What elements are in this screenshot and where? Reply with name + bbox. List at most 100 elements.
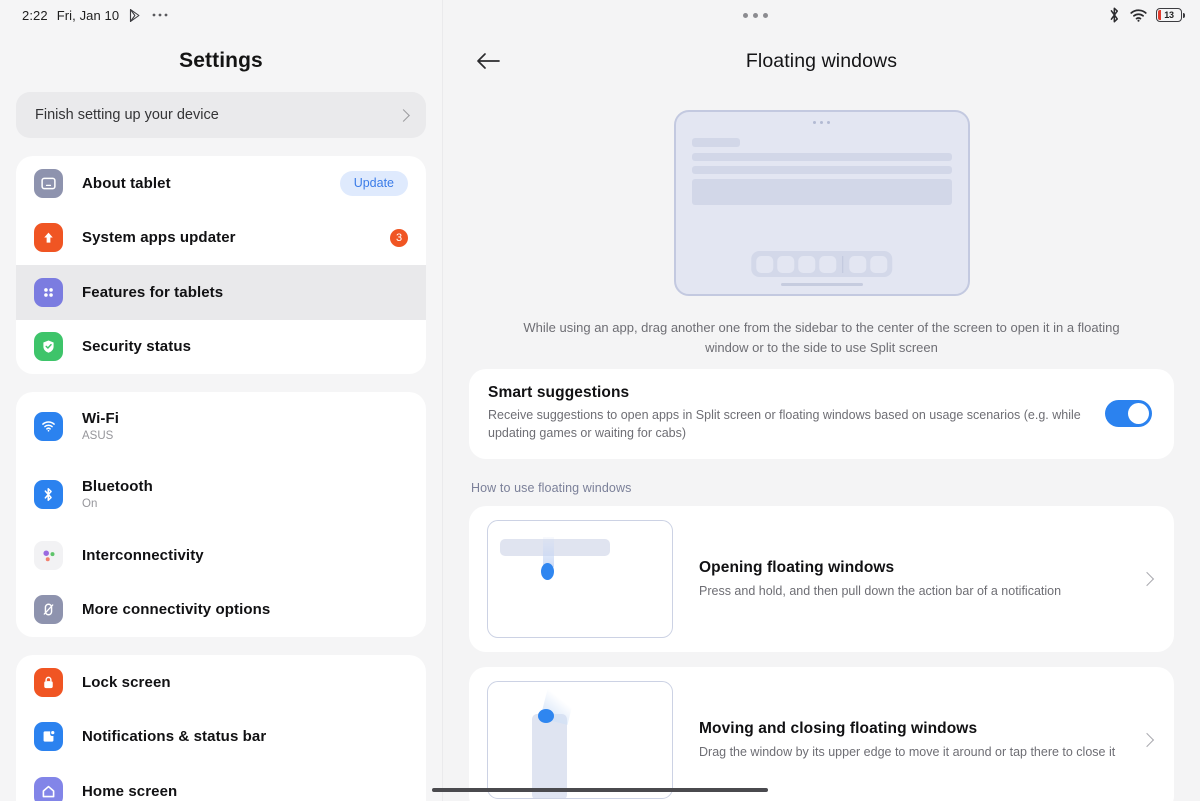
arrow-up-icon <box>34 223 63 253</box>
notifications-text: Notifications & status bar <box>82 727 408 746</box>
howto-row-opening[interactable]: Opening floating windows Press and hold,… <box>469 506 1174 652</box>
sidebar-item-lock-screen[interactable]: Lock screen <box>16 655 426 710</box>
sidebar-group-connectivity: Wi-Fi ASUS Bluetooth On Interconnectivit… <box>16 392 426 637</box>
more-connectivity-text: More connectivity options <box>82 600 408 619</box>
back-arrow-icon[interactable] <box>473 46 503 76</box>
sidebar-item-bluetooth[interactable]: Bluetooth On <box>16 460 426 528</box>
howto-card-opening: Opening floating windows Press and hold,… <box>469 506 1174 652</box>
howto-card-moving: Moving and closing floating windows Drag… <box>469 667 1174 801</box>
sidebar-group-personalization: Lock screen Notifications & status bar H… <box>16 655 426 801</box>
sidebar-item-features-for-tablets[interactable]: Features for tablets <box>16 265 426 320</box>
toggle-knob <box>1128 402 1149 424</box>
smart-suggestions-toggle[interactable] <box>1105 399 1152 427</box>
link-icon <box>34 595 63 625</box>
dock-app-icon <box>870 255 888 273</box>
howto-section-label: How to use floating windows <box>471 481 632 495</box>
lock-icon <box>34 667 63 697</box>
sidebar-item-sublabel: On <box>82 497 98 510</box>
sidebar-item-label: Bluetooth <box>82 477 153 495</box>
lock-screen-text: Lock screen <box>82 673 408 692</box>
sidebar-item-label: Home screen <box>82 782 178 800</box>
illustration-dots <box>676 121 968 124</box>
smart-suggestions-title: Smart suggestions <box>488 384 630 401</box>
smart-suggestions-card: Smart suggestions Receive suggestions to… <box>469 369 1174 459</box>
sidebar-item-about-tablet[interactable]: About tablet Update <box>16 156 426 211</box>
sidebar-item-label: About tablet <box>82 174 171 192</box>
opening-floating-window-thumbnail <box>487 520 673 638</box>
smart-suggestions-row[interactable]: Smart suggestions Receive suggestions to… <box>469 369 1174 459</box>
sidebar-item-label: System apps updater <box>82 229 236 247</box>
update-pill-button[interactable]: Update <box>339 170 408 196</box>
bluetooth-text: Bluetooth On <box>82 477 408 512</box>
sidebar-item-interconnectivity[interactable]: Interconnectivity <box>16 528 426 583</box>
sidebar-item-system-apps-updater[interactable]: System apps updater 3 <box>16 211 426 266</box>
chevron-right-icon <box>1139 732 1155 748</box>
notification-card-icon <box>34 722 63 752</box>
detail-title: Floating windows <box>745 49 898 72</box>
chevron-right-icon <box>397 108 410 122</box>
features-for-tablets-text: Features for tablets <box>82 283 408 302</box>
sidebar-item-security-status[interactable]: Security status <box>16 320 426 375</box>
illustration-placeholder-bar <box>691 166 952 174</box>
security-status-text: Security status <box>82 337 408 356</box>
sidebar-group-system: About tablet Update System apps updater … <box>16 156 426 374</box>
hero-description: While using an app, drag another one fro… <box>523 320 1120 355</box>
system-apps-updater-text: System apps updater <box>82 228 390 247</box>
moving-floating-window-thumbnail <box>487 681 673 799</box>
sidebar-scroll-area[interactable]: Finish setting up your device About tabl… <box>0 92 442 801</box>
dock-app-icon <box>755 255 773 273</box>
home-indicator[interactable] <box>432 787 768 792</box>
smart-suggestions-text: Smart suggestions Receive suggestions to… <box>488 384 1105 442</box>
wifi-text: Wi-Fi ASUS <box>82 409 408 444</box>
sidebar-item-label: Security status <box>82 338 192 356</box>
illustration-placeholder-block <box>691 179 952 205</box>
finish-setup-label: Finish setting up your device <box>35 107 219 123</box>
illustration-home-indicator <box>780 283 863 286</box>
interconnectivity-text: Interconnectivity <box>82 546 408 565</box>
smart-suggestions-description: Receive suggestions to open apps in Spli… <box>488 408 1081 440</box>
tablet-floating-window-illustration <box>673 110 970 296</box>
sidebar-item-label: Lock screen <box>82 673 171 691</box>
detail-pane: Floating windows While using an app, dra… <box>443 0 1200 801</box>
howto-text-moving: Moving and closing floating windows Drag… <box>699 720 1142 761</box>
illustration-dock <box>750 251 893 277</box>
tablet-icon <box>34 168 63 198</box>
home-icon <box>34 776 63 801</box>
chevron-right-icon <box>1139 571 1155 587</box>
touch-point-indicator <box>541 563 554 580</box>
howto-row-moving[interactable]: Moving and closing floating windows Drag… <box>469 667 1174 801</box>
update-count-badge: 3 <box>390 228 408 247</box>
sidebar-item-label: Interconnectivity <box>82 546 204 564</box>
sidebar-item-wifi[interactable]: Wi-Fi ASUS <box>16 392 426 460</box>
dock-app-icon <box>849 255 867 273</box>
dock-app-icon <box>818 255 836 273</box>
dock-divider <box>841 255 844 273</box>
howto-description: Drag the window by its upper edge to mov… <box>699 744 1116 759</box>
tablet-settings-screen: 2:22 Fri, Jan 10 13 Settings Finish sett… <box>0 0 1200 801</box>
wifi-icon <box>34 411 63 441</box>
shield-check-icon <box>34 332 63 362</box>
howto-text-opening: Opening floating windows Press and hold,… <box>699 559 1142 600</box>
illustration-placeholder-bar <box>691 138 740 147</box>
sidebar-item-label: Features for tablets <box>82 283 224 301</box>
howto-title: Opening floating windows <box>699 558 895 576</box>
bluetooth-icon <box>34 479 63 509</box>
sidebar-item-label: Wi-Fi <box>82 409 120 427</box>
touch-point-indicator <box>538 709 554 723</box>
sidebar-item-notifications-status-bar[interactable]: Notifications & status bar <box>16 710 426 765</box>
detail-header: Floating windows <box>443 30 1200 92</box>
interconnectivity-dots-icon <box>34 540 63 570</box>
sidebar-item-more-connectivity-options[interactable]: More connectivity options <box>16 583 426 638</box>
howto-title: Moving and closing floating windows <box>699 719 978 737</box>
sidebar-item-home-screen[interactable]: Home screen <box>16 764 426 801</box>
howto-description: Press and hold, and then pull down the a… <box>699 583 1062 598</box>
sidebar-item-sublabel: ASUS <box>82 429 114 442</box>
sidebar-item-finish-setup[interactable]: Finish setting up your device <box>16 92 426 138</box>
hero-illustration-wrap <box>443 110 1200 296</box>
settings-sidebar: Settings Finish setting up your device A… <box>0 0 443 801</box>
illustration-placeholder-bar <box>691 153 952 161</box>
home-screen-text: Home screen <box>82 782 408 801</box>
grid-dots-icon <box>34 277 63 307</box>
about-tablet-text: About tablet <box>82 174 340 193</box>
sidebar-item-label: Notifications & status bar <box>82 728 267 746</box>
